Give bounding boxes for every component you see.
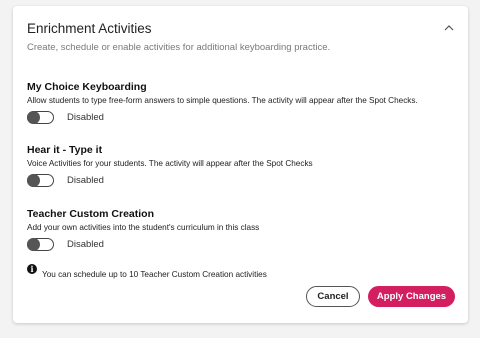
section-title: Hear it - Type it bbox=[27, 144, 103, 156]
section-description: Allow students to type free-form answers… bbox=[27, 96, 418, 105]
section-teacher-custom-creation: Teacher Custom Creation Add your own act… bbox=[27, 208, 259, 251]
toggle-knob bbox=[27, 173, 40, 187]
section-description: Add your own activities into the student… bbox=[27, 223, 260, 232]
toggle-status-label: Disabled bbox=[67, 239, 104, 250]
toggle-status-label: Disabled bbox=[67, 112, 104, 123]
enrichment-activities-card: Enrichment Activities Create, schedule o… bbox=[13, 6, 468, 323]
card-subtitle: Create, schedule or enable activities fo… bbox=[27, 42, 331, 53]
info-text: You can schedule up to 10 Teacher Custom… bbox=[42, 270, 267, 279]
section-title: Teacher Custom Creation bbox=[27, 208, 154, 220]
my-choice-keyboarding-toggle[interactable] bbox=[27, 110, 54, 124]
info-note: i You can schedule up to 10 Teacher Cust… bbox=[27, 264, 267, 279]
collapse-chevron-up-icon[interactable] bbox=[441, 20, 457, 36]
toggle-knob bbox=[27, 110, 40, 124]
card-title: Enrichment Activities bbox=[27, 21, 152, 36]
section-description: Voice Activities for your students. The … bbox=[27, 159, 313, 168]
toggle-knob bbox=[27, 237, 40, 251]
info-icon: i bbox=[27, 264, 37, 274]
teacher-custom-creation-toggle[interactable] bbox=[27, 237, 54, 251]
section-title: My Choice Keyboarding bbox=[27, 81, 147, 93]
hear-it-type-it-toggle[interactable] bbox=[27, 173, 54, 187]
cancel-button[interactable]: Cancel bbox=[306, 286, 360, 307]
apply-changes-button[interactable]: Apply Changes bbox=[368, 286, 455, 307]
section-my-choice-keyboarding: My Choice Keyboarding Allow students to … bbox=[27, 81, 418, 124]
toggle-status-label: Disabled bbox=[67, 175, 104, 186]
section-hear-it-type-it: Hear it - Type it Voice Activities for y… bbox=[27, 144, 313, 187]
